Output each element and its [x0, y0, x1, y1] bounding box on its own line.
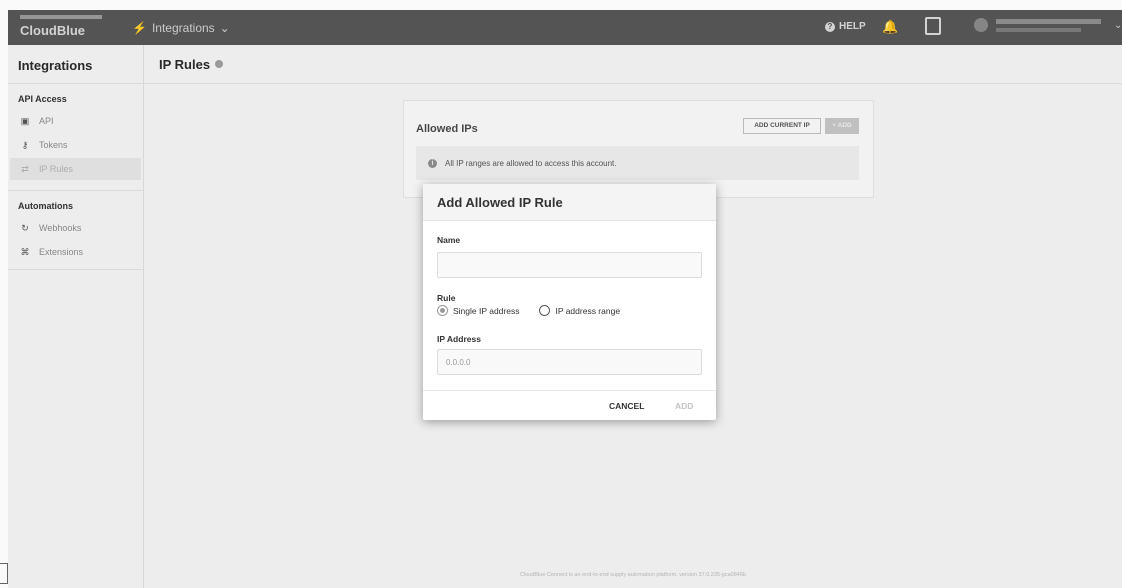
dialog-header: Add Allowed IP Rule	[423, 184, 716, 221]
add-ip-rule-dialog: Add Allowed IP Rule Name Rule Single IP …	[423, 184, 716, 420]
name-label: Name	[437, 235, 461, 245]
dialog-body: Name Rule Single IP address IP address r…	[423, 221, 716, 390]
radio-label: IP address range	[555, 305, 621, 316]
rule-label: Rule	[437, 293, 456, 303]
radio-ip-range[interactable]: IP address range	[539, 305, 620, 316]
radio-checked-icon[interactable]	[437, 305, 448, 316]
dialog-title: Add Allowed IP Rule	[437, 195, 563, 210]
ip-address-input[interactable]	[437, 349, 702, 375]
name-input[interactable]	[437, 252, 702, 278]
ip-address-label: IP Address	[437, 334, 481, 344]
radio-label: Single IP address	[453, 305, 520, 316]
cancel-button[interactable]: CANCEL	[609, 401, 644, 411]
radio-unchecked-icon[interactable]	[539, 305, 551, 316]
dialog-footer: CANCEL ADD	[423, 390, 716, 420]
add-button[interactable]: ADD	[675, 401, 693, 411]
rule-radio-group: Single IP address IP address range	[437, 305, 640, 316]
radio-single-ip[interactable]: Single IP address	[437, 305, 519, 316]
